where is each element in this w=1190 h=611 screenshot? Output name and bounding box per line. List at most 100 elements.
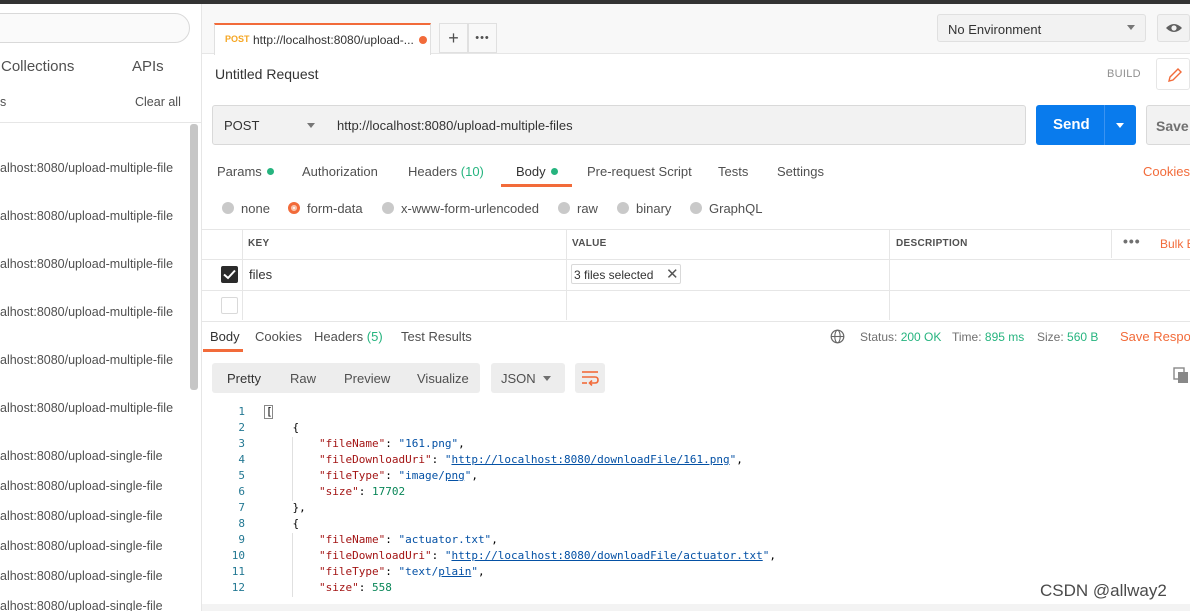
sidebar-history-item[interactable]: alhost:8080/upload-multiple-file — [0, 305, 173, 319]
sidebar-divider — [0, 122, 201, 123]
view-raw-button[interactable]: Raw — [290, 371, 316, 386]
horizontal-scrollbar[interactable] — [202, 604, 1190, 611]
form-key-cell[interactable]: files — [249, 267, 272, 282]
json-key: "fileName" — [318, 437, 386, 450]
chevron-down-icon[interactable] — [1116, 123, 1124, 128]
json-link[interactable]: http://localhost:8080/downloadFile/actua… — [451, 549, 762, 562]
radio-label: form-data — [307, 201, 363, 216]
size-value: 560 B — [1067, 330, 1099, 344]
tab-headers[interactable]: Headers (10) — [408, 164, 484, 179]
sidebar-scrollbar[interactable] — [190, 124, 198, 390]
response-tab-cookies[interactable]: Cookies — [255, 329, 302, 344]
row-enabled-checkbox[interactable] — [221, 266, 238, 283]
json-key: "fileDownloadUri" — [318, 453, 432, 466]
eye-icon — [1166, 24, 1182, 32]
new-row-checkbox[interactable] — [221, 297, 238, 314]
sidebar-history-item[interactable]: alhost:8080/upload-multiple-file — [0, 401, 173, 415]
response-tab-body[interactable]: Body — [210, 329, 240, 344]
time-label: Time: — [952, 330, 982, 344]
code-line: "fileType": "image/png", — [318, 469, 478, 482]
cookies-link[interactable]: Cookies — [1143, 164, 1190, 179]
view-visualize-button[interactable]: Visualize — [417, 371, 469, 386]
radio-on-icon — [288, 202, 300, 214]
response-time: Time: 895 ms — [952, 330, 1024, 344]
send-button-divider — [1104, 105, 1105, 145]
clear-all-button[interactable]: Clear all — [135, 95, 181, 109]
request-tab[interactable]: POST http://localhost:8080/upload-... — [214, 23, 431, 55]
sidebar-tab-apis[interactable]: APIs — [132, 58, 164, 75]
copy-icon[interactable] — [1173, 367, 1190, 384]
json-number: 17702 — [371, 485, 406, 498]
body-type-graphql-radio[interactable]: GraphQL — [690, 201, 762, 216]
response-tab-headers[interactable]: Headers (5) — [314, 329, 383, 344]
build-mode-label[interactable]: BUILD — [1107, 68, 1141, 80]
sidebar-history-item[interactable]: alhost:8080/upload-single-file — [0, 479, 163, 493]
bulk-edit-link[interactable]: Bulk E — [1160, 237, 1190, 251]
json-string-part: "text/ — [398, 565, 439, 578]
view-preview-button[interactable]: Preview — [344, 371, 390, 386]
sidebar: Collections APIs s Clear all alhost:8080… — [0, 4, 202, 611]
view-pretty-button[interactable]: Pretty — [227, 371, 261, 386]
table-divider — [242, 230, 243, 320]
table-divider — [889, 230, 890, 320]
sidebar-tab-collections[interactable]: Collections — [1, 58, 74, 75]
response-tab-test-results[interactable]: Test Results — [401, 329, 472, 344]
tab-prerequest-script[interactable]: Pre-request Script — [587, 164, 692, 179]
save-button[interactable]: Save — [1146, 105, 1190, 145]
sidebar-history-item[interactable]: alhost:8080/upload-single-file — [0, 599, 163, 611]
json-key: "size" — [318, 581, 359, 594]
body-type-urlencoded-radio[interactable]: x-www-form-urlencoded — [382, 201, 539, 216]
request-tab-url: http://localhost:8080/upload-... — [253, 33, 414, 47]
sidebar-history-item[interactable]: alhost:8080/upload-multiple-file — [0, 353, 173, 367]
edit-button[interactable] — [1156, 58, 1190, 90]
url-input[interactable]: http://localhost:8080/upload-multiple-fi… — [326, 105, 1026, 145]
sidebar-search-input[interactable] — [0, 13, 190, 43]
json-key: "fileName" — [318, 533, 386, 546]
tab-tests[interactable]: Tests — [718, 164, 748, 179]
body-type-form-data-radio[interactable]: form-data — [288, 201, 363, 216]
method-select[interactable]: POST — [212, 105, 327, 145]
environment-select[interactable]: No Environment — [937, 14, 1146, 42]
pencil-icon — [1168, 68, 1182, 82]
table-options-icon[interactable]: ••• — [1123, 233, 1141, 249]
wrap-lines-button[interactable] — [575, 363, 605, 393]
line-number: 7 — [238, 501, 245, 514]
radio-label: x-www-form-urlencoded — [401, 201, 539, 216]
sidebar-history-item[interactable]: alhost:8080/upload-single-file — [0, 539, 163, 553]
json-punct: { — [292, 517, 300, 530]
body-type-none-radio[interactable]: none — [222, 201, 270, 216]
file-selection-chip[interactable]: 3 files selected ✕ — [571, 264, 681, 284]
size-label: Size: — [1037, 330, 1064, 344]
tab-settings[interactable]: Settings — [777, 164, 824, 179]
response-tab-headers-label: Headers — [314, 329, 364, 344]
send-button[interactable]: Send — [1036, 105, 1136, 145]
response-body-code[interactable]: 1 2 3 4 5 6 7 8 9 10 11 12 [ { "fileName… — [202, 403, 1190, 603]
response-format-select[interactable]: JSON — [491, 363, 565, 393]
active-indicator-dot-icon — [266, 168, 274, 175]
body-type-raw-radio[interactable]: raw — [558, 201, 598, 216]
line-number: 11 — [231, 565, 245, 578]
environment-quick-look-button[interactable] — [1157, 14, 1190, 42]
json-link[interactable]: http://localhost:8080/downloadFile/161.p… — [451, 453, 729, 466]
tab-authorization[interactable]: Authorization — [302, 164, 378, 179]
tab-options-button[interactable]: ••• — [468, 23, 497, 53]
sidebar-history-item[interactable]: alhost:8080/upload-multiple-file — [0, 161, 173, 175]
line-number: 3 — [238, 437, 245, 450]
sidebar-history-item[interactable]: alhost:8080/upload-single-file — [0, 449, 163, 463]
tab-body[interactable]: Body — [516, 164, 558, 179]
sidebar-history-item[interactable]: alhost:8080/upload-single-file — [0, 509, 163, 523]
sidebar-history-item[interactable]: alhost:8080/upload-single-file — [0, 569, 163, 583]
close-icon[interactable]: ✕ — [666, 265, 679, 283]
save-response-button[interactable]: Save Respor — [1120, 329, 1190, 344]
json-key: "fileDownloadUri" — [318, 549, 432, 562]
more-horizontal-icon: ••• — [475, 32, 490, 44]
tab-params[interactable]: Params — [217, 164, 274, 179]
column-header-key: KEY — [248, 238, 270, 249]
request-title[interactable]: Untitled Request — [215, 66, 319, 82]
body-type-binary-radio[interactable]: binary — [617, 201, 671, 216]
json-string: "actuator.txt" — [398, 533, 492, 546]
globe-icon[interactable] — [830, 329, 845, 344]
new-tab-button[interactable]: + — [439, 23, 468, 53]
sidebar-history-item[interactable]: alhost:8080/upload-multiple-file — [0, 257, 173, 271]
sidebar-history-item[interactable]: alhost:8080/upload-multiple-file — [0, 209, 173, 223]
